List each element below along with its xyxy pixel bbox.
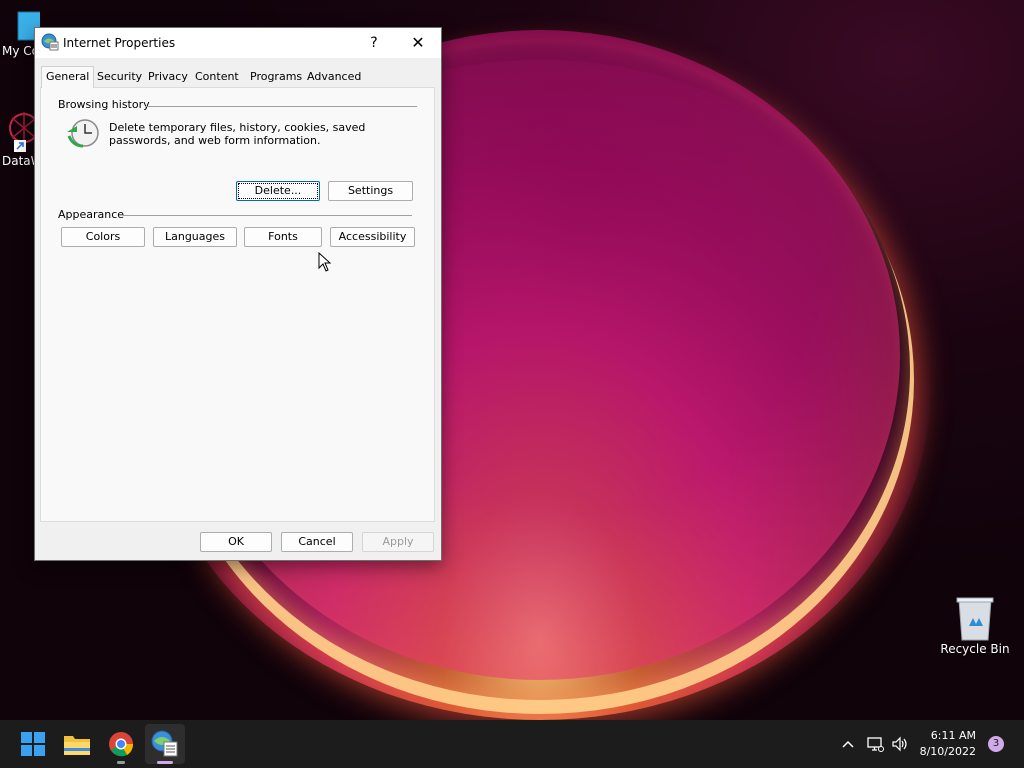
accessibility-button[interactable]: Accessibility (330, 227, 415, 247)
clock-time: 6:11 AM (930, 729, 976, 742)
clock-date: 8/10/2022 (919, 745, 976, 758)
volume-button[interactable] (891, 735, 909, 753)
general-tab-panel: Browsing history Delete temporary files,… (40, 87, 435, 522)
speaker-icon (892, 736, 907, 752)
ok-button[interactable]: OK (200, 532, 272, 552)
show-hidden-icons-button[interactable] (840, 736, 856, 752)
tab-programs[interactable]: Programs (246, 68, 306, 86)
tab-general[interactable]: General (41, 66, 95, 88)
chevron-up-icon (842, 740, 854, 748)
recycle-bin-icon (955, 596, 995, 642)
languages-button[interactable]: Languages (153, 227, 237, 247)
close-icon: ✕ (411, 33, 425, 52)
windows-start-icon (21, 732, 45, 756)
dialog-title: Internet Properties (63, 36, 176, 50)
cancel-button[interactable]: Cancel (281, 532, 353, 552)
tab-advanced[interactable]: Advanced (303, 68, 365, 86)
clock-button[interactable]: 6:11 AM 8/10/2022 (918, 728, 978, 760)
tab-privacy[interactable]: Privacy (144, 68, 192, 86)
settings-button[interactable]: Settings (328, 181, 413, 201)
appearance-divider (123, 215, 412, 216)
desktop-icon-recycle-bin[interactable]: Recycle Bin (938, 596, 1012, 656)
desktop-icon-label: Recycle Bin (940, 642, 1010, 656)
apply-button[interactable]: Apply (362, 532, 434, 552)
file-explorer-icon (64, 736, 90, 755)
close-button[interactable]: ✕ (407, 31, 429, 55)
tab-security[interactable]: Security (93, 68, 146, 86)
taskbar: 6:11 AM 8/10/2022 (0, 720, 1024, 768)
colors-button[interactable]: Colors (61, 227, 145, 247)
network-icon (867, 737, 884, 752)
internet-properties-icon (41, 33, 59, 51)
browsing-history-heading: Browsing history (58, 98, 150, 111)
internet-properties-taskbar-button[interactable] (149, 728, 181, 760)
start-button[interactable] (17, 728, 49, 760)
fonts-button[interactable]: Fonts (244, 227, 322, 247)
internet-properties-dialog: Internet Properties ? ✕ General Security… (34, 27, 442, 561)
file-explorer-button[interactable] (61, 728, 93, 760)
chrome-button[interactable] (105, 728, 137, 760)
chrome-icon (109, 732, 134, 757)
mouse-cursor-icon (318, 251, 332, 275)
appearance-heading: Appearance (58, 208, 125, 221)
active-window-indicator (157, 761, 173, 764)
tab-content[interactable]: Content (191, 68, 243, 86)
network-status-button[interactable] (866, 735, 884, 753)
chrome-running-indicator (117, 761, 125, 764)
internet-properties-icon (151, 730, 178, 757)
browsing-history-description: Delete temporary files, history, cookies… (109, 121, 366, 147)
help-button[interactable]: ? (363, 31, 385, 55)
dialog-titlebar[interactable]: Internet Properties ? ✕ (35, 28, 441, 58)
delete-button[interactable]: Delete... (236, 181, 320, 201)
browsing-history-icon (65, 118, 99, 150)
notification-badge[interactable]: 3 (988, 736, 1004, 752)
browsing-history-divider (145, 106, 417, 107)
